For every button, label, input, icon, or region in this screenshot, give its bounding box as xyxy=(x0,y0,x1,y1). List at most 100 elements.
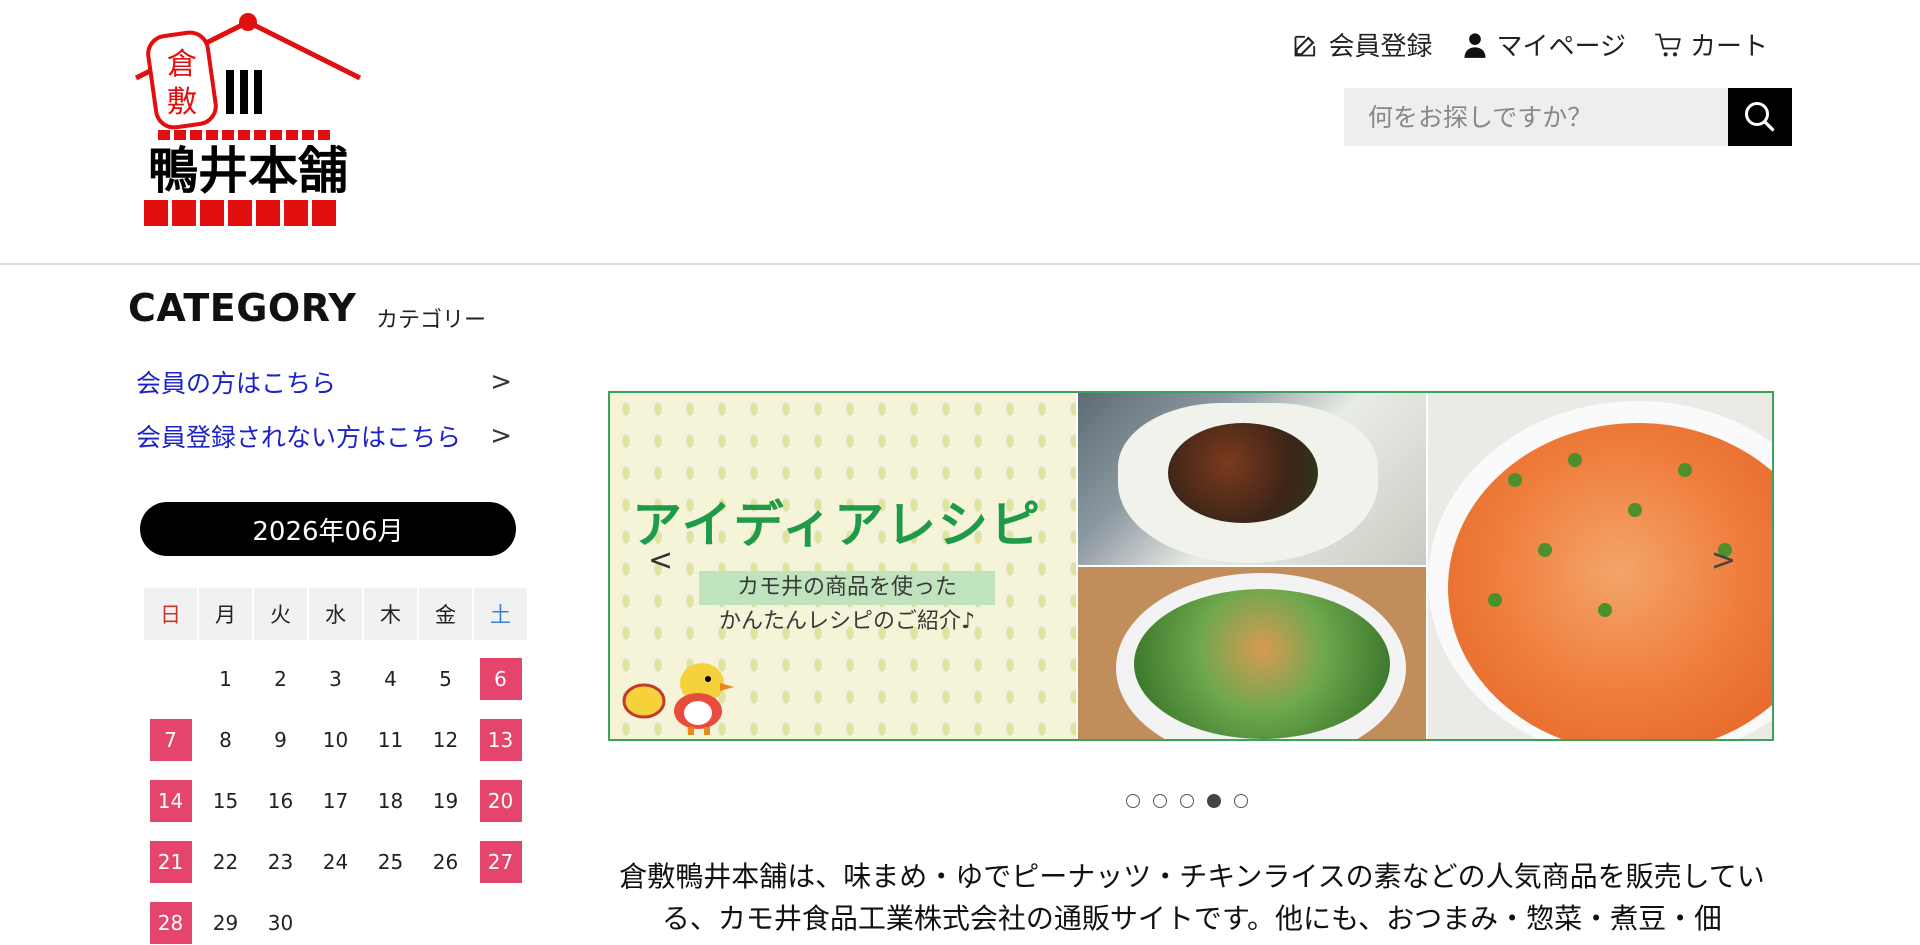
chevron-right-icon: > xyxy=(490,421,512,451)
calendar-day: 10 xyxy=(309,718,362,762)
search-icon xyxy=(1745,102,1775,132)
register-label: 会員登録 xyxy=(1328,32,1433,62)
calendar-day-number: 6 xyxy=(479,658,522,700)
brand-logo[interactable]: 倉 敷 鴨井本舗 xyxy=(130,8,366,232)
calendar-week-row: 7 8 9 10 11 12 13 xyxy=(143,701,528,762)
calendar-day-number: 21 xyxy=(149,841,192,883)
calendar-day-number: 15 xyxy=(212,789,239,813)
banner-title: アイディアレシピ xyxy=(632,496,1042,554)
mypage-label: マイページ xyxy=(1496,32,1626,62)
member-login-link[interactable]: 会員の方はこちら > xyxy=(136,364,512,400)
cart-label: カート xyxy=(1689,32,1768,62)
calendar-month: 2026年06月 xyxy=(140,502,516,556)
guest-checkout-link[interactable]: 会員登録されない方はこちら > xyxy=(136,418,512,454)
search-bar xyxy=(1344,88,1792,146)
carousel-dot[interactable] xyxy=(1207,794,1221,808)
category-title: CATEGORY xyxy=(128,286,357,330)
calendar-day-number: 9 xyxy=(274,728,287,752)
carousel-dot[interactable] xyxy=(1180,794,1194,808)
guest-checkout-label: 会員登録されない方はこちら xyxy=(136,423,462,452)
calendar-empty-cell xyxy=(309,901,362,945)
duck-mascot-image xyxy=(622,663,734,735)
calendar-weekday-row: 日 月 火 水 木 金 土 xyxy=(143,588,528,640)
user-icon xyxy=(1464,32,1485,58)
calendar-day-number: 2 xyxy=(274,667,287,691)
calendar-day: 2 xyxy=(254,657,307,701)
calendar-day: 24 xyxy=(309,840,362,884)
salad-dish-image xyxy=(1078,567,1426,739)
header-divider xyxy=(0,263,1920,265)
calendar-day: 5 xyxy=(419,657,472,701)
banner-caption-line2: かんたんレシピのご紹介♪ xyxy=(718,609,976,634)
mypage-link[interactable]: マイページ xyxy=(1461,26,1626,63)
calendar-day-number: 12 xyxy=(432,728,459,752)
calendar-day-number: 13 xyxy=(479,719,522,761)
chevron-right-icon: > xyxy=(490,367,512,397)
calendar-day-number: 28 xyxy=(149,902,192,944)
banner-next-arrow[interactable]: > xyxy=(1711,543,1736,578)
logo-name: 鴨井本舗 xyxy=(148,141,348,200)
calendar-day-number: 30 xyxy=(267,911,294,935)
calendar-week-row: 14 15 16 17 18 19 20 xyxy=(143,762,528,823)
carousel-dot[interactable] xyxy=(1153,794,1167,808)
search-button[interactable] xyxy=(1728,88,1792,146)
weekday-tue: 火 xyxy=(254,588,307,640)
weekday-thu: 木 xyxy=(364,588,417,640)
cart-link[interactable]: カート xyxy=(1654,26,1768,63)
calendar-empty-cell xyxy=(144,657,197,701)
weekday-fri: 金 xyxy=(419,588,472,640)
calendar-day: 1 xyxy=(199,657,252,701)
calendar-day-number: 19 xyxy=(432,789,459,813)
calendar-empty-cell xyxy=(419,901,472,945)
search-input[interactable] xyxy=(1344,88,1728,146)
weekday-mon: 月 xyxy=(199,588,252,640)
calendar-holiday: 7 xyxy=(144,718,197,762)
calendar-holiday: 27 xyxy=(474,840,527,884)
calendar-holiday: 13 xyxy=(474,718,527,762)
calendar-days: 1 2 3 4 5 6 7 8 9 10 11 12 13 14 15 16 17 18 19 20 21 22 23 24 2… xyxy=(143,640,528,945)
calendar-empty-cell xyxy=(364,901,417,945)
calendar-day: 18 xyxy=(364,779,417,823)
carousel-dot[interactable] xyxy=(1126,794,1140,808)
calendar-day-number: 3 xyxy=(329,667,342,691)
calendar-day-number: 4 xyxy=(384,667,397,691)
calendar-empty-cell xyxy=(474,901,527,945)
recipe-banner[interactable]: アイディアレシピ カモ井の商品を使った かんたんレシピのご紹介♪ < > xyxy=(608,391,1774,741)
calendar-day: 22 xyxy=(199,840,252,884)
calendar-day: 12 xyxy=(419,718,472,762)
calendar-day: 17 xyxy=(309,779,362,823)
calendar-holiday: 20 xyxy=(474,779,527,823)
calendar-day-number: 18 xyxy=(377,789,404,813)
carousel-dots xyxy=(1126,794,1248,808)
carousel-dot[interactable] xyxy=(1234,794,1248,808)
calendar-week-row: 21 22 23 24 25 26 27 xyxy=(143,823,528,884)
eggplant-dish-image xyxy=(1078,393,1426,565)
site-intro-text: 倉敷鴨井本舗は、味まめ・ゆでピーナッツ・チキンライスの素などの人気商品を販売して… xyxy=(619,860,1765,935)
calendar-day: 4 xyxy=(364,657,417,701)
calendar-week-row: 28 29 30 xyxy=(143,884,528,945)
edit-icon xyxy=(1295,35,1316,56)
cart-icon xyxy=(1655,33,1681,56)
logo-stamp-shiki: 敷 xyxy=(167,85,197,120)
weekday-sun: 日 xyxy=(144,588,197,640)
register-link[interactable]: 会員登録 xyxy=(1292,26,1433,63)
calendar-day: 26 xyxy=(419,840,472,884)
banner-caption-line1: カモ井の商品を使った xyxy=(698,571,995,605)
calendar-day-number: 25 xyxy=(377,850,404,874)
calendar-holiday: 6 xyxy=(474,657,527,701)
calendar-day: 9 xyxy=(254,718,307,762)
calendar-day: 23 xyxy=(254,840,307,884)
calendar-day: 25 xyxy=(364,840,417,884)
banner-prev-arrow[interactable]: < xyxy=(648,543,673,578)
weekday-sat: 土 xyxy=(474,588,527,640)
calendar-holiday: 14 xyxy=(144,779,197,823)
calendar-day: 8 xyxy=(199,718,252,762)
calendar-day-number: 14 xyxy=(149,780,192,822)
calendar-holiday: 21 xyxy=(144,840,197,884)
logo-stamp-kura: 倉 xyxy=(167,47,197,82)
calendar-day-number: 11 xyxy=(377,728,404,752)
header-nav: 会員登録 マイページ カート xyxy=(1292,26,1768,63)
calendar-day-number: 24 xyxy=(322,850,349,874)
category-subtitle: カテゴリー xyxy=(376,308,487,333)
calendar-day-number: 10 xyxy=(322,728,349,752)
